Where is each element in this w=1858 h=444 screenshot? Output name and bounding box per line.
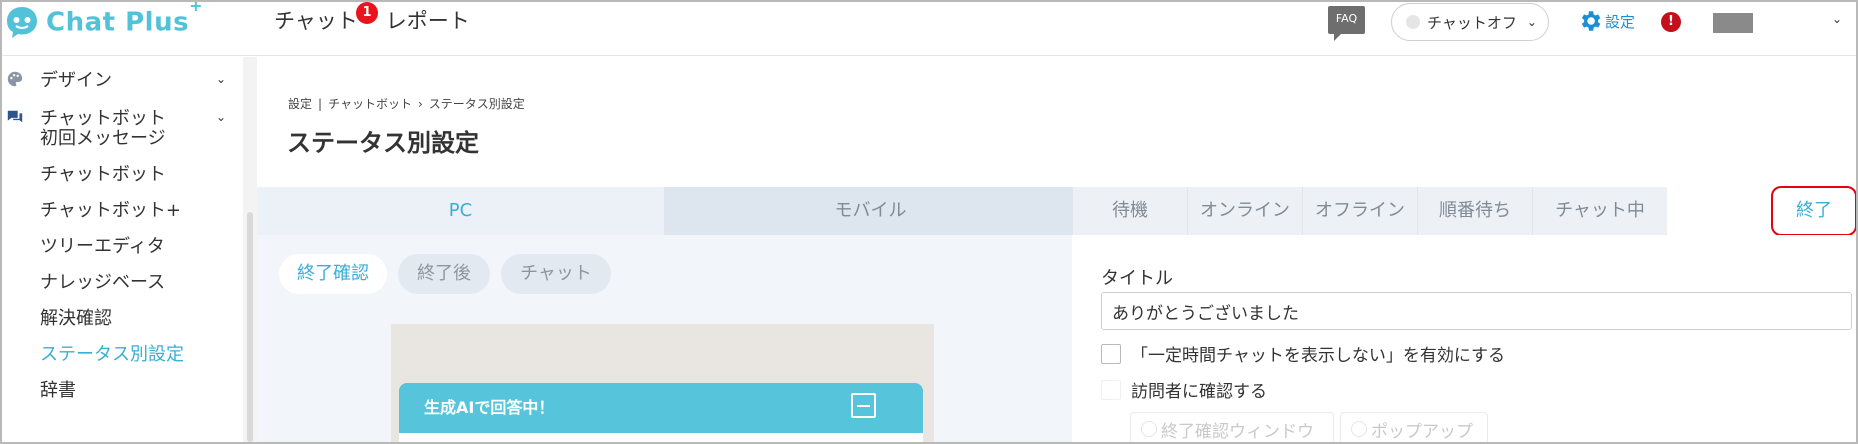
widget-body [399, 433, 923, 442]
page-title: ステータス別設定 [287, 129, 479, 157]
faq-icon[interactable]: FAQ [1328, 6, 1365, 41]
sidebar-group-design[interactable]: デザイン ⌄ [2, 66, 244, 92]
settings-label: 設定 [1605, 12, 1636, 31]
subtab-after-end[interactable]: 終了後 [398, 254, 490, 294]
title-label: タイトル [1101, 268, 1173, 289]
minimize-icon[interactable] [851, 393, 876, 418]
user-menu-chevron-icon[interactable]: ⌄ [1832, 12, 1842, 26]
chat-widget-preview: 生成AIで回答中！ [399, 383, 923, 442]
user-avatar[interactable] [1713, 13, 1753, 33]
checkbox-row-confirm-visitor[interactable]: 訪問者に確認する [1101, 377, 1267, 402]
sidebar-item-chatbot-plus[interactable]: チャットボット+ [40, 196, 181, 222]
radio-icon [1351, 421, 1367, 437]
radio-popup[interactable]: ポップアップ [1340, 412, 1488, 442]
chevron-down-icon: ⌄ [216, 72, 227, 86]
tab-standby[interactable]: 待機 [1072, 187, 1187, 235]
top-nav: チャット 1 レポート [274, 2, 498, 35]
nav-chat[interactable]: チャット 1 [274, 2, 378, 35]
settings-link[interactable]: 設定 [1577, 8, 1635, 34]
tab-end[interactable]: 終了 [1771, 186, 1856, 236]
radio-icon [1141, 421, 1157, 437]
checkbox-confirm-visitor-label: 訪問者に確認する [1131, 382, 1267, 402]
tab-online[interactable]: オンライン [1187, 187, 1302, 235]
breadcrumb-settings[interactable]: 設定 [288, 97, 312, 111]
subtab-end-confirm[interactable]: 終了確認 [279, 254, 387, 294]
scrollbar-thumb[interactable] [247, 212, 253, 442]
sidebar-item-resolution-check[interactable]: 解決確認 [40, 304, 112, 330]
sidebar: デザイン ⌄ チャットボット ⌄ 初回メッセージ チャットボット チャットボット… [2, 57, 244, 442]
chat-status-label: チャットオフ [1427, 13, 1517, 32]
alert-icon[interactable]: ! [1661, 12, 1681, 32]
radio-end-confirm-window[interactable]: 終了確認ウィンドウ [1130, 412, 1334, 442]
checkbox-hide-chat[interactable] [1101, 343, 1121, 364]
nav-report-label: レポート [385, 9, 470, 33]
palette-icon [4, 68, 26, 90]
widget-header: 生成AIで回答中！ [399, 383, 923, 433]
sidebar-item-status-settings[interactable]: ステータス別設定 [40, 340, 184, 366]
app-window: Chat Plus+ チャット 1 レポート FAQ チャットオフ ⌄ 設定 !… [0, 0, 1858, 444]
chat-bubbles-icon [4, 106, 26, 128]
sidebar-item-knowledge-base[interactable]: ナレッジベース [40, 268, 165, 294]
checkbox-hide-chat-label: 「一定時間チャットを表示しない」を有効にする [1131, 346, 1505, 366]
sidebar-item-first-message[interactable]: 初回メッセージ [40, 124, 166, 150]
logo-text: Chat Plus+ [46, 0, 203, 38]
gear-icon [1581, 11, 1601, 31]
sidebar-item-dictionary[interactable]: 辞書 [40, 376, 76, 402]
tab-offline[interactable]: オフライン [1302, 187, 1417, 235]
sidebar-group-label: デザイン [40, 70, 112, 91]
checkbox-confirm-visitor[interactable] [1101, 379, 1121, 400]
sidebar-item-tree-editor[interactable]: ツリーエディタ [40, 232, 165, 258]
chat-status-dropdown[interactable]: チャットオフ ⌄ [1391, 3, 1549, 41]
breadcrumb: 設定 | チャットボット › ステータス別設定 [288, 95, 531, 112]
breadcrumb-arrow-icon: › [417, 97, 423, 111]
nav-chat-label: チャット [274, 9, 358, 33]
chat-plus-logo-icon [7, 7, 37, 38]
title-input[interactable] [1101, 292, 1852, 330]
radio-end-confirm-window-label: 終了確認ウィンドウ [1161, 421, 1314, 442]
subtab-chat[interactable]: チャット [501, 254, 611, 294]
checkbox-row-hide-chat[interactable]: 「一定時間チャットを表示しない」を有効にする [1101, 341, 1505, 366]
nav-report[interactable]: レポート [386, 5, 470, 35]
tab-mobile[interactable]: モバイル [664, 187, 1077, 235]
chat-notification-badge: 1 [356, 2, 378, 24]
tab-queue[interactable]: 順番待ち [1417, 187, 1532, 235]
top-header: Chat Plus+ チャット 1 レポート FAQ チャットオフ ⌄ 設定 !… [2, 2, 1856, 56]
widget-title: 生成AIで回答中！ [424, 398, 555, 417]
logo[interactable]: Chat Plus+ [4, 2, 203, 42]
tab-bar: PC モバイル 待機 オンライン オフライン 順番待ち チャット中 [257, 187, 1856, 235]
chevron-down-icon: ⌄ [216, 110, 227, 124]
breadcrumb-current: ステータス別設定 [428, 97, 525, 111]
chevron-down-icon: ⌄ [1526, 15, 1537, 29]
tab-chatting[interactable]: チャット中 [1532, 187, 1667, 235]
status-dot-icon [1406, 15, 1420, 29]
sidebar-item-chatbot[interactable]: チャットボット [40, 160, 166, 186]
breadcrumb-chatbot[interactable]: チャットボット [328, 97, 412, 111]
sidebar-scrollbar[interactable] [243, 57, 257, 442]
radio-popup-label: ポップアップ [1371, 421, 1473, 442]
breadcrumb-separator: | [318, 97, 323, 111]
tab-pc[interactable]: PC [257, 187, 664, 235]
